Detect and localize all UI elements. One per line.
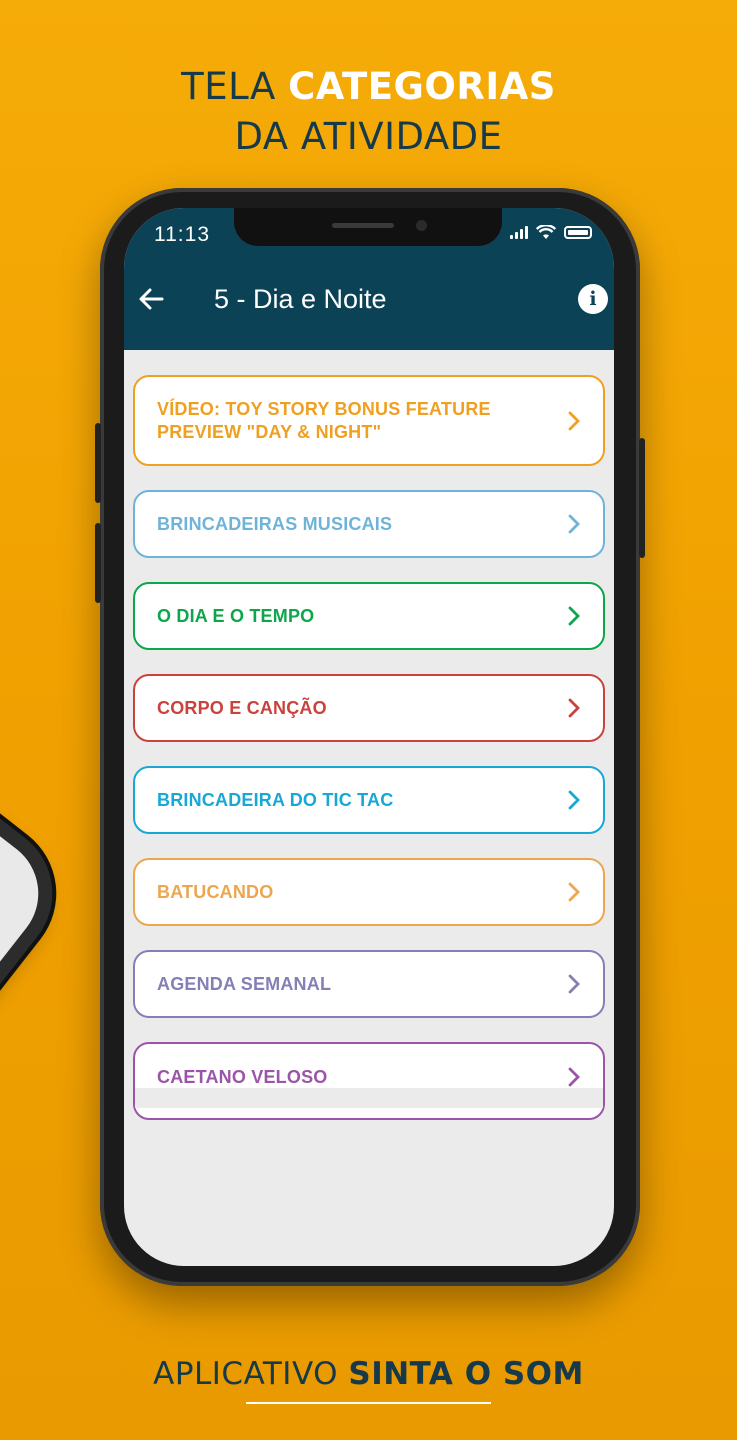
app-bar: 5 - Dia e Noite i (124, 258, 614, 350)
headline: TELA CATEGORIAS DA ATIVIDADE (0, 62, 737, 162)
battery-icon (564, 226, 592, 239)
category-item[interactable]: BRINCADEIRA DO TIC TAC (133, 766, 605, 834)
status-bar: 11:13 (124, 208, 614, 258)
chevron-right-icon (568, 974, 580, 994)
category-label: VÍDEO: TOY STORY BONUS FEATURE PREVIEW "… (157, 398, 491, 442)
page-title: 5 - Dia e Noite (214, 284, 387, 314)
category-item[interactable]: BATUCANDO (133, 858, 605, 926)
back-arrow-icon[interactable] (136, 284, 166, 314)
category-label: CAETANO VELOSO (157, 1067, 328, 1087)
category-label: O DIA E O TEMPO (157, 605, 315, 626)
background-phone (0, 647, 81, 1063)
volume-button (95, 523, 101, 603)
category-item[interactable]: CORPO E CANÇÃO (133, 674, 605, 742)
phone-frame: 11:13 5 - Dia e Noite i VÍDEO: TOY STORY… (95, 188, 645, 1286)
footer-title: APLICATIVO SINTA O SOM (153, 1356, 584, 1392)
category-item[interactable]: VÍDEO: TOY STORY BONUS FEATURE PREVIEW "… (133, 375, 605, 466)
category-item[interactable]: BRINCADEIRAS MUSICAIS (133, 490, 605, 558)
category-label: AGENDA SEMANAL (157, 973, 332, 994)
list-scroll-edge (135, 1088, 603, 1108)
speaker (332, 223, 394, 228)
chevron-right-icon (568, 1067, 580, 1087)
chevron-right-icon (568, 698, 580, 718)
category-item[interactable]: CAETANO VELOSO (133, 1042, 605, 1120)
wifi-icon (536, 225, 556, 239)
category-item[interactable]: AGENDA SEMANAL (133, 950, 605, 1018)
chevron-right-icon (568, 790, 580, 810)
footer-underline (246, 1402, 491, 1404)
chevron-right-icon (568, 606, 580, 626)
chevron-right-icon (568, 882, 580, 902)
status-icons (510, 225, 592, 240)
notch (234, 208, 502, 246)
power-button (639, 438, 645, 558)
headline-line-2: DA ATIVIDADE (234, 115, 503, 158)
footer-strong: SINTA O SOM (348, 1356, 584, 1392)
info-icon[interactable]: i (578, 284, 608, 314)
headline-line-1: TELA CATEGORIAS (181, 65, 556, 108)
category-label: CORPO E CANÇÃO (157, 697, 327, 718)
signal-icon (510, 226, 528, 239)
chevron-right-icon (568, 514, 580, 534)
category-label: BRINCADEIRAS MUSICAIS (157, 513, 393, 534)
phone-screen: 11:13 5 - Dia e Noite i VÍDEO: TOY STORY… (124, 208, 614, 1266)
category-label: BRINCADEIRA DO TIC TAC (157, 789, 394, 810)
category-label: BATUCANDO (157, 881, 274, 902)
status-time: 11:13 (154, 223, 210, 246)
headline-strong: CATEGORIAS (288, 65, 556, 108)
camera (416, 220, 427, 231)
volume-button (95, 423, 101, 503)
chevron-right-icon (568, 411, 580, 430)
category-item[interactable]: O DIA E O TEMPO (133, 582, 605, 650)
